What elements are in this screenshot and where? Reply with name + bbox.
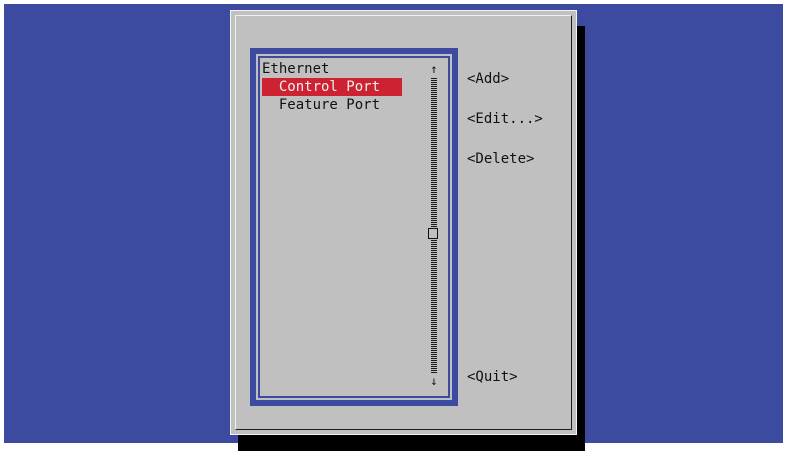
list-scrollbar[interactable]: ↑ ↓ [428,62,440,390]
list-item-ethernet-header[interactable]: Ethernet [262,60,329,78]
scroll-down-arrow-icon[interactable]: ↓ [428,374,440,388]
network-connections-dialog: Ethernet Control Port Feature Port ↑ ↓ <… [230,10,577,435]
add-button[interactable]: <Add> [467,70,509,88]
connections-listbox[interactable]: Ethernet Control Port Feature Port ↑ ↓ [250,48,458,406]
scroll-track[interactable] [431,78,437,374]
delete-button[interactable]: <Delete> [467,150,534,168]
listbox-frame: Ethernet Control Port Feature Port ↑ ↓ [256,54,452,400]
edit-button[interactable]: <Edit...> [467,110,543,128]
list-item-feature-port[interactable]: Feature Port [262,96,380,114]
list-item-control-port[interactable]: Control Port [262,78,402,96]
listbox-content: Ethernet Control Port Feature Port ↑ ↓ [260,58,448,396]
scroll-up-arrow-icon[interactable]: ↑ [428,62,440,76]
scroll-thumb[interactable] [428,228,438,239]
quit-button[interactable]: <Quit> [467,368,518,386]
